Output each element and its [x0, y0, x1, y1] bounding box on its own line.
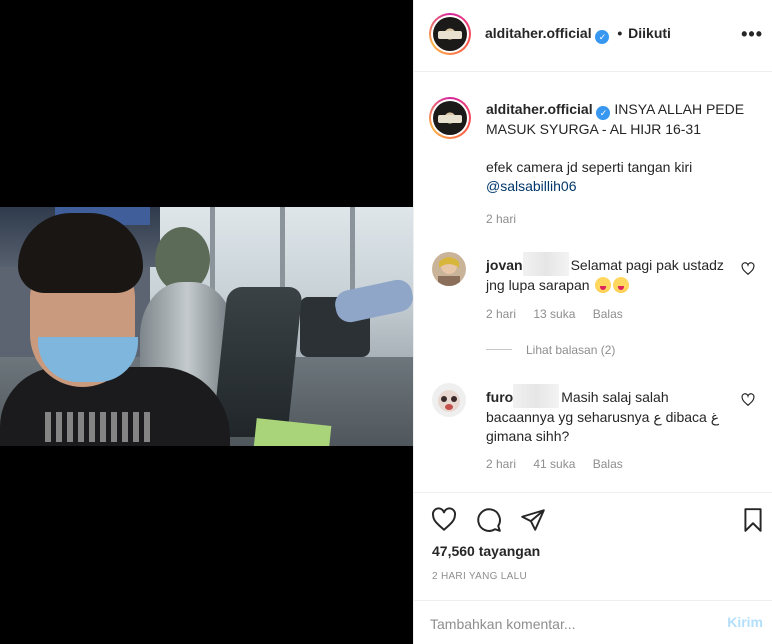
- post-header: alditaher.official ✓ • Diikuti •••: [414, 0, 772, 72]
- redacted-username-blur: [522, 252, 569, 276]
- avatar[interactable]: [429, 13, 471, 55]
- comment-username[interactable]: furo: [486, 389, 513, 405]
- comment-text-block: furo Masih salaj salah bacaannya yg sehar…: [486, 384, 736, 446]
- comment-like-heart-icon[interactable]: [741, 393, 755, 407]
- caption-line2: efek camera jd seperti tangan kiri: [486, 159, 693, 175]
- view-replies-label: Lihat balasan (2): [526, 343, 616, 357]
- comment-meta: 2 hari 13 suka Balas: [486, 307, 637, 321]
- video-subject: [0, 207, 240, 446]
- more-options-icon[interactable]: •••: [741, 24, 763, 45]
- comment-username[interactable]: jovan: [486, 257, 523, 273]
- view-count[interactable]: 47,560 tayangan: [432, 543, 540, 559]
- caption-username[interactable]: alditaher.official: [486, 101, 593, 117]
- video-player[interactable]: [0, 207, 413, 446]
- caption-mention-link[interactable]: @salsabillih06: [486, 177, 756, 196]
- like-heart-icon[interactable]: [431, 507, 457, 533]
- caption-avatar[interactable]: [429, 97, 471, 139]
- follow-status-button[interactable]: Diikuti: [628, 25, 671, 41]
- replies-divider: [486, 349, 512, 350]
- face-tongue-emoji-icon: [595, 277, 612, 293]
- separator-dot: •: [617, 25, 623, 41]
- comment-meta: 2 hari 41 suka Balas: [486, 457, 637, 471]
- caption-text-block: alditaher.official ✓ INSYA ALLAH PEDE MA…: [486, 100, 756, 229]
- comment-bubble-icon[interactable]: [476, 507, 502, 533]
- caption-time[interactable]: 2 hari: [486, 210, 756, 229]
- post-media[interactable]: [0, 0, 413, 644]
- comment-text-block: jovan Selamat pagi pak ustadz jng lupa sa…: [486, 252, 736, 295]
- comment-avatar[interactable]: [432, 252, 466, 286]
- post-actions: 47,560 tayangan 2 HARI YANG LALU Kirim: [414, 492, 772, 644]
- header-username[interactable]: alditaher.official: [485, 25, 592, 41]
- comment-reply-button[interactable]: Balas: [593, 457, 623, 471]
- verified-badge-icon: ✓: [596, 106, 611, 120]
- comment-likes[interactable]: 13 suka: [533, 307, 575, 321]
- comment-input[interactable]: [430, 613, 700, 635]
- save-bookmark-icon[interactable]: [740, 507, 766, 533]
- post-panel: alditaher.official ✓ • Diikuti ••• aldit…: [413, 0, 772, 644]
- comment-time[interactable]: 2 hari: [486, 307, 516, 321]
- comment-reply-button[interactable]: Balas: [593, 307, 623, 321]
- post-date[interactable]: 2 HARI YANG LALU: [432, 571, 527, 582]
- comment-likes[interactable]: 41 suka: [533, 457, 575, 471]
- verified-badge-icon: ✓: [595, 30, 610, 44]
- redacted-username-blur: [513, 384, 560, 408]
- view-replies-button[interactable]: Lihat balasan (2): [486, 343, 615, 357]
- comment-time[interactable]: 2 hari: [486, 457, 516, 471]
- comment-like-heart-icon[interactable]: [741, 262, 755, 276]
- share-paper-plane-icon[interactable]: [520, 507, 546, 533]
- comment-avatar[interactable]: [432, 383, 466, 417]
- post-comment-button[interactable]: Kirim: [727, 614, 763, 630]
- face-tongue-emoji-icon: [613, 277, 630, 293]
- add-comment-bar: Kirim: [414, 600, 772, 644]
